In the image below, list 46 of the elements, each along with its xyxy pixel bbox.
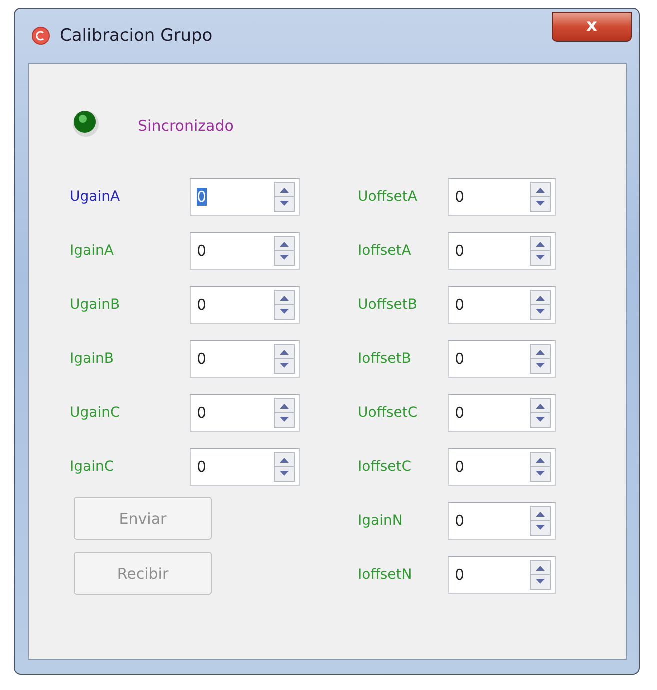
number-spinner[interactable]: 0 [448, 394, 556, 432]
field-label: IoffsetC [358, 459, 413, 475]
spin-arrows-icon[interactable] [274, 398, 295, 428]
number-spinner[interactable]: 0 [190, 394, 300, 432]
spin-arrows-icon[interactable] [530, 560, 551, 590]
number-spinner[interactable]: 0 [448, 556, 556, 594]
field-label: IgainC [70, 459, 116, 475]
spin-arrows-icon[interactable] [274, 182, 295, 212]
status-text: Sincronizado [138, 117, 234, 135]
spin-arrows-icon[interactable] [274, 236, 295, 266]
field-label: UgainC [70, 405, 122, 421]
number-spinner[interactable]: 0 [190, 340, 300, 378]
number-spinner[interactable]: 0 [448, 502, 556, 540]
spin-arrows-icon[interactable] [530, 236, 551, 266]
number-spinner[interactable]: 0 [190, 232, 300, 270]
field-label: UgainA [70, 189, 122, 205]
window-title: Calibracion Grupo [60, 26, 213, 46]
spin-arrows-icon[interactable] [274, 452, 295, 482]
spin-arrows-icon[interactable] [530, 506, 551, 536]
number-spinner[interactable]: 0 [190, 286, 300, 324]
number-spinner[interactable]: 0 [190, 448, 300, 486]
app-icon [32, 27, 50, 45]
field-label: IoffsetA [358, 243, 412, 259]
number-spinner[interactable]: 0 [448, 340, 556, 378]
spin-arrows-icon[interactable] [530, 344, 551, 374]
spin-arrows-icon[interactable] [530, 452, 551, 482]
field-label: IgainB [70, 351, 115, 367]
field-label: IgainA [70, 243, 115, 259]
number-spinner[interactable]: 0 [448, 448, 556, 486]
field-label: IoffsetN [358, 567, 414, 583]
spin-arrows-icon[interactable] [274, 344, 295, 374]
number-spinner[interactable]: 0 [448, 232, 556, 270]
spin-arrows-icon[interactable] [530, 182, 551, 212]
field-label: UoffsetA [358, 189, 418, 205]
number-spinner[interactable]: 0 [448, 178, 556, 216]
field-label: UoffsetB [358, 297, 418, 313]
spin-arrows-icon[interactable] [274, 290, 295, 320]
field-label: UoffsetC [358, 405, 419, 421]
number-spinner[interactable]: 0 [190, 178, 300, 216]
spin-arrows-icon[interactable] [530, 290, 551, 320]
close-button[interactable]: x [552, 12, 632, 42]
number-spinner[interactable]: 0 [448, 286, 556, 324]
field-label: IgainN [358, 513, 404, 529]
field-label: IoffsetB [358, 351, 412, 367]
spin-arrows-icon[interactable] [530, 398, 551, 428]
field-label: UgainB [70, 297, 122, 313]
